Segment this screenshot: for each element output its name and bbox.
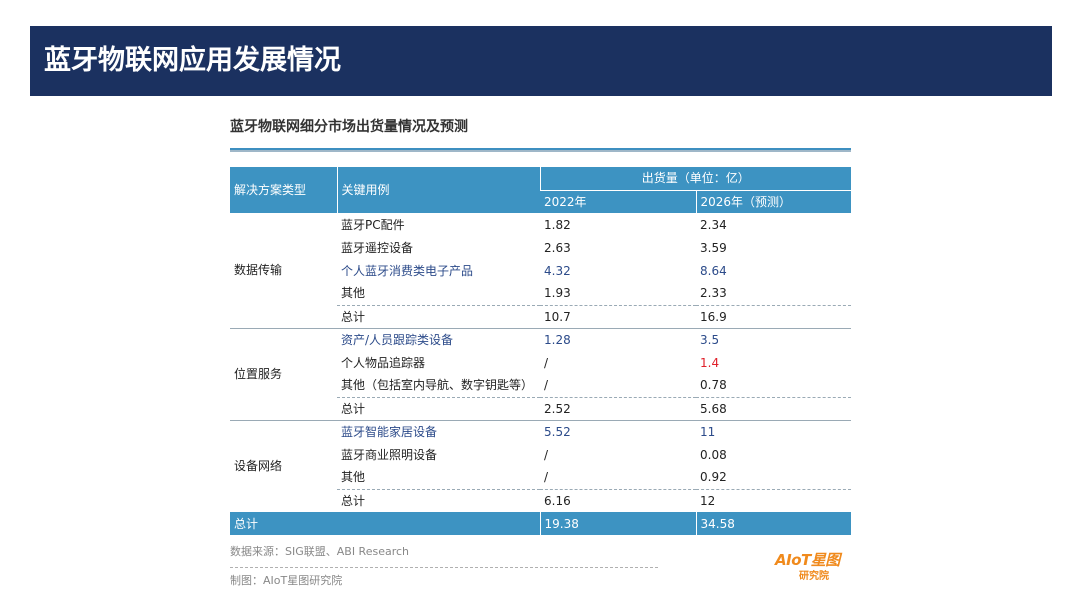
value-2022: 6.16: [544, 493, 571, 508]
value-2022: 10.7: [540, 305, 696, 329]
row-label: 蓝牙PC配件: [341, 217, 405, 232]
header-shipments: 出货量（单位：亿）: [539, 167, 852, 190]
table-row: 位置服务 资产/人员跟踪类设备 1.28 3.5: [230, 328, 851, 421]
row-label: 个人蓝牙消费类电子产品: [341, 263, 474, 278]
value-2026: 1.4: [700, 355, 720, 370]
row-label: 蓝牙智能家居设备: [341, 424, 438, 439]
value-2026: 0.08: [700, 447, 727, 462]
header-solution-type: 解决方案类型: [230, 167, 337, 213]
chart-credit: 制图：AIoT星图研究院: [230, 574, 343, 587]
row-label: 总计: [341, 493, 366, 508]
table-row: 设备网络 蓝牙智能家居设备 5.52 11: [230, 420, 851, 474]
logo-sub-text: 研究院: [799, 571, 829, 582]
value-2022: /: [540, 466, 696, 490]
group-label: 数据传输: [230, 213, 337, 329]
value-2022: /: [544, 447, 549, 462]
grand-total-row: 总计 19.38 34.58: [230, 512, 852, 535]
row-label: 总计: [337, 397, 540, 421]
value-2026: 0.92: [696, 466, 852, 490]
value-2022: 2.63: [544, 240, 571, 255]
row-label: 资产/人员跟踪类设备: [341, 332, 454, 347]
value-2026: 11: [700, 424, 716, 439]
table-title: 蓝牙物联网细分市场出货量情况及预测: [230, 119, 468, 135]
header-use-case: 关键用例: [336, 167, 540, 213]
group-label: 设备网络: [234, 459, 283, 474]
grand-total-2026: 34.58: [695, 512, 852, 535]
row-label: 蓝牙遥控设备: [341, 240, 414, 255]
group-label: 位置服务: [230, 328, 337, 421]
value-2026: 3.5: [700, 332, 720, 347]
header-year-2022: 2022年: [540, 189, 696, 213]
row-label: 其他: [337, 282, 540, 306]
value-2026: 8.64: [700, 263, 727, 278]
value-2022: 5.52: [544, 424, 571, 439]
value-2022: 1.28: [544, 332, 571, 347]
logo-main-text: AIoT星图: [775, 551, 840, 569]
page-title: 蓝牙物联网应用发展情况: [44, 45, 341, 76]
value-2026: 12: [700, 493, 716, 508]
value-2026: 2.33: [696, 282, 852, 306]
table-row: 数据传输 蓝牙PC配件 1.82 2.34: [230, 213, 851, 329]
value-2026: 3.59: [700, 240, 727, 255]
header-year-2026: 2026年（预测）: [695, 189, 852, 213]
value-2022: /: [540, 374, 696, 398]
grand-total-label: 总计: [230, 512, 540, 535]
value-2026: 0.78: [696, 374, 852, 398]
row-label: 其他: [337, 466, 540, 490]
footer-divider: [230, 567, 658, 568]
value-2022: 1.93: [540, 282, 696, 306]
title-underline: [230, 148, 851, 152]
value-2022: /: [544, 355, 549, 370]
aiot-logo: AIoT星图 研究院: [775, 550, 855, 586]
value-2026: 5.68: [696, 397, 852, 421]
value-2022: 1.82: [544, 217, 571, 232]
grand-total-2022: 19.38: [539, 512, 696, 535]
shipment-table: 解决方案类型 关键用例 出货量（单位：亿） 2022年 2026年（预测） 数据…: [230, 167, 852, 535]
value-2022: 4.32: [544, 263, 571, 278]
row-label: 总计: [337, 305, 540, 329]
title-bar: 蓝牙物联网应用发展情况: [30, 26, 1052, 96]
row-label: 个人物品追踪器: [341, 355, 426, 370]
data-source-note: 数据来源：SIG联盟、ABI Research: [230, 545, 410, 558]
row-label: 蓝牙商业照明设备: [341, 447, 438, 462]
value-2026: 16.9: [696, 305, 852, 329]
value-2022: 2.52: [540, 397, 696, 421]
value-2026: 2.34: [700, 217, 727, 232]
row-label: 其他（包括室内导航、数字钥匙等）: [337, 374, 540, 398]
